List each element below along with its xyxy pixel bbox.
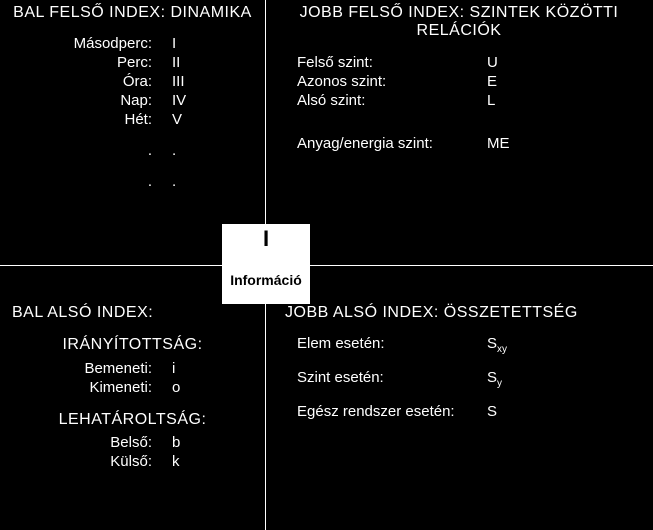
- center-symbol: I: [222, 228, 310, 250]
- table-row: Azonos szint:E: [293, 72, 514, 91]
- table-br: Elem esetén:Sxy Szint esetén:Sy Egész re…: [293, 334, 511, 424]
- table-row: Elem esetén:Sxy: [293, 334, 511, 356]
- table-row: Külső:k: [38, 452, 184, 471]
- table-bl1: Bemeneti:i Kimeneti:o: [38, 359, 184, 397]
- table-row: Egész rendszer esetén:S: [293, 402, 511, 424]
- table-row: Nap:IV: [38, 91, 190, 110]
- table-row: ..: [38, 172, 190, 191]
- heading-iranyitottsag: IRÁNYÍTOTTSÁG:: [8, 336, 257, 354]
- quad-bal-also: BAL ALSÓ INDEX: IRÁNYÍTOTTSÁG: Bemeneti:…: [0, 300, 265, 530]
- center-box: I Információ: [222, 224, 310, 304]
- center-label: Információ: [222, 272, 310, 288]
- table-row: Belső:b: [38, 433, 184, 452]
- title-tl: BAL FELSŐ INDEX: DINAMIKA: [8, 4, 257, 22]
- table-row: Másodperc:I: [38, 34, 190, 53]
- table-tr: Felső szint:U Azonos szint:E Alsó szint:…: [293, 53, 514, 153]
- title-bl: BAL ALSÓ INDEX:: [12, 304, 257, 322]
- title-tr: JOBB FELSŐ INDEX: SZINTEK KÖZÖTTI RELÁCI…: [273, 4, 645, 41]
- table-row: Szint esetén:Sy: [293, 368, 511, 390]
- title-br: JOBB ALSÓ INDEX: ÖSSZETETTSÉG: [285, 304, 645, 322]
- quad-relaciok: JOBB FELSŐ INDEX: SZINTEK KÖZÖTTI RELÁCI…: [265, 0, 653, 265]
- table-row: Alsó szint:L: [293, 91, 514, 110]
- table-row: Bemeneti:i: [38, 359, 184, 378]
- table-row: Felső szint:U: [293, 53, 514, 72]
- table-row: Hét:V: [38, 110, 190, 129]
- quad-osszetettseg: JOBB ALSÓ INDEX: ÖSSZETETTSÉG Elem eseté…: [265, 300, 653, 530]
- heading-lehataroltsag: LEHATÁROLTSÁG:: [8, 411, 257, 429]
- table-bl2: Belső:b Külső:k: [38, 433, 184, 471]
- table-row: Óra:III: [38, 72, 190, 91]
- table-row: Kimeneti:o: [38, 378, 184, 397]
- table-row: Perc:II: [38, 53, 190, 72]
- table-row: Anyag/energia szint:ME: [293, 134, 514, 153]
- table-row: ..: [38, 141, 190, 160]
- table-tl: Másodperc:I Perc:II Óra:III Nap:IV Hét:V…: [38, 34, 190, 191]
